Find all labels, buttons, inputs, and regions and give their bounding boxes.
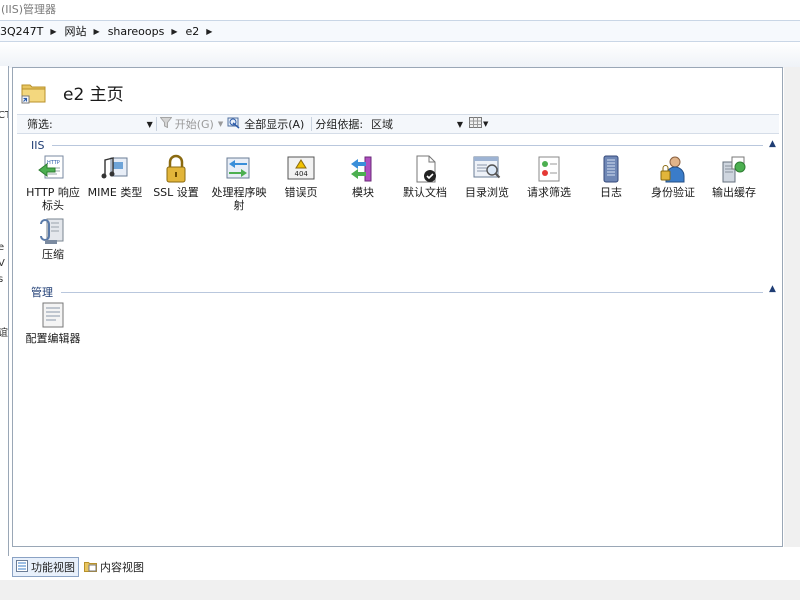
breadcrumb-item-app[interactable]: e2 ▶: [186, 25, 221, 38]
filter-toolbar: 筛选: ▼ 开始(G) ▼ 全部显示(A) 分组依据: 区域 ▼ ▼: [17, 114, 779, 134]
section-header-management[interactable]: 管理: [31, 284, 763, 300]
feature-directory-browsing[interactable]: 目录浏览: [456, 154, 518, 199]
toolbar-separator: [155, 117, 157, 131]
features-view-icon: [16, 559, 28, 575]
feature-configuration-editor[interactable]: 配置编辑器: [22, 300, 84, 345]
authentication-icon: [657, 154, 689, 184]
handler-mappings-icon: [223, 154, 255, 184]
tree-node-fragment[interactable]: V: [0, 258, 5, 269]
breadcrumb-arrow-icon[interactable]: ▶: [50, 27, 56, 36]
directory-browsing-icon: [471, 154, 503, 184]
feature-http-response-headers[interactable]: HTTP HTTP 响应标头: [22, 154, 84, 212]
dropdown-arrow-icon[interactable]: ▼: [457, 120, 463, 129]
feature-mime-types[interactable]: MIME 类型: [84, 154, 146, 199]
tree-node-fragment[interactable]: CT: [0, 110, 8, 121]
logging-icon: [595, 154, 627, 184]
features-view-panel: e2 主页 筛选: ▼ 开始(G) ▼ 全部显示(A) 分组依据: 区域 ▼ ▼…: [12, 67, 783, 547]
toolbar-separator: [311, 117, 313, 131]
tree-node-fragment[interactable]: s: [0, 274, 3, 285]
request-filtering-icon: [533, 154, 565, 184]
status-bar: [0, 580, 800, 600]
tree-node-fragment[interactable]: e: [0, 242, 4, 253]
funnel-icon: [159, 117, 173, 131]
filter-label: 筛选:: [27, 118, 53, 131]
section-divider: [52, 145, 763, 146]
view-mode-button[interactable]: ▼: [469, 117, 488, 131]
breadcrumb-item-server[interactable]: 3Q247T ▶: [0, 25, 65, 38]
compression-icon: [37, 216, 69, 246]
breadcrumb-arrow-icon[interactable]: ▶: [171, 27, 177, 36]
feature-handler-mappings[interactable]: 处理程序映射: [208, 154, 270, 212]
page-title: e2 主页: [63, 84, 124, 105]
section-title: 管理: [31, 286, 53, 299]
folder-icon: [21, 80, 47, 104]
section-header-iis[interactable]: IIS: [31, 139, 763, 152]
start-filter-button[interactable]: 开始(G): [159, 116, 214, 132]
breadcrumb-arrow-icon[interactable]: ▶: [206, 27, 212, 36]
feature-request-filtering[interactable]: 请求筛选: [518, 154, 580, 199]
section-divider: [61, 291, 763, 293]
collapse-chevron-icon[interactable]: ▲: [769, 284, 776, 294]
default-document-icon: [409, 154, 441, 184]
breadcrumb-item-sites[interactable]: 网站 ▶: [65, 23, 108, 39]
collapse-chevron-icon[interactable]: ▲: [769, 139, 776, 149]
feature-error-pages[interactable]: 404 错误页: [270, 154, 332, 199]
page-header: e2 主页: [21, 76, 124, 108]
filter-input[interactable]: ▼: [57, 116, 153, 132]
breadcrumb-arrow-icon[interactable]: ▶: [94, 27, 100, 36]
view-dropdown-icon: ▼: [483, 120, 489, 128]
breadcrumb-item-site[interactable]: shareoops ▶: [108, 25, 186, 38]
address-bar[interactable]: 3Q247T ▶ 网站 ▶ shareoops ▶ e2 ▶: [0, 20, 800, 42]
tab-features-view[interactable]: 功能视图: [12, 557, 79, 577]
view-tabs: 功能视图 内容视图: [12, 556, 783, 578]
grid-view-icon: [469, 117, 483, 131]
content-view-icon: [84, 560, 97, 575]
window-title-bar: (IIS)管理器: [0, 0, 800, 20]
svg-text:HTTP: HTTP: [47, 160, 60, 166]
dropdown-arrow-icon[interactable]: ▼: [147, 120, 153, 129]
toolbar-band: [0, 42, 800, 68]
feature-default-document[interactable]: 默认文档: [394, 154, 456, 199]
start-dropdown-icon[interactable]: ▼: [218, 120, 223, 128]
feature-ssl-settings[interactable]: SSL 设置: [145, 154, 207, 199]
group-by-select[interactable]: 区域 ▼: [371, 116, 463, 132]
feature-logging[interactable]: 日志: [580, 154, 642, 199]
feature-modules[interactable]: 模块: [332, 154, 394, 199]
error-pages-icon: 404: [285, 154, 317, 184]
tree-node-fragment[interactable]: 谊: [0, 324, 8, 339]
connections-pane[interactable]: CT e V s 谊: [0, 66, 9, 556]
actions-pane-edge: [784, 67, 800, 547]
configuration-editor-icon: [37, 300, 69, 330]
window-title: (IIS)管理器: [1, 3, 57, 16]
output-caching-icon: [718, 154, 750, 184]
http-response-headers-icon: HTTP: [37, 154, 69, 184]
modules-icon: [347, 154, 379, 184]
error-code-text: 404: [295, 170, 309, 178]
ssl-settings-icon: [160, 154, 192, 184]
tab-content-view[interactable]: 内容视图: [81, 558, 147, 576]
feature-authentication[interactable]: 身份验证: [642, 154, 704, 199]
feature-compression[interactable]: 压缩: [22, 216, 84, 261]
feature-output-caching[interactable]: 输出缓存: [703, 154, 765, 199]
mime-types-icon: [99, 154, 131, 184]
group-by-label: 分组依据:: [315, 118, 364, 131]
show-all-icon: [227, 117, 241, 132]
show-all-button[interactable]: 全部显示(A): [227, 116, 304, 132]
section-title: IIS: [31, 139, 45, 152]
